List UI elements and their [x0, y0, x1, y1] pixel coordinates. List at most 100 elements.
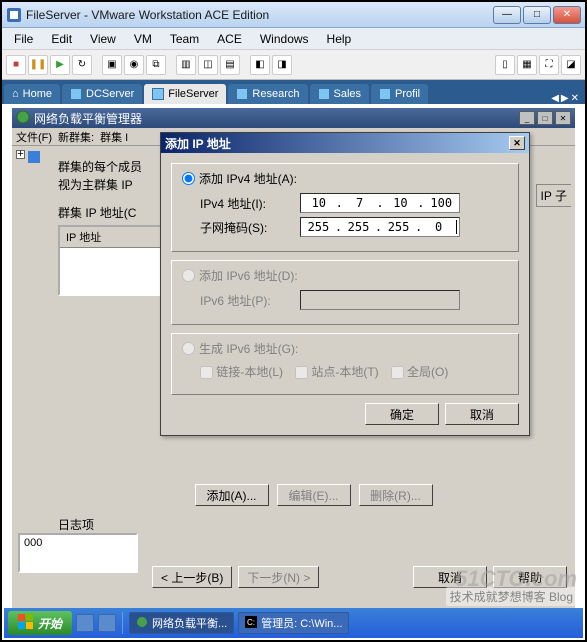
- toolbar-icon-e[interactable]: ◨: [272, 55, 292, 75]
- cancel-button[interactable]: 取消: [445, 403, 519, 425]
- toolbar-icon-d[interactable]: ◧: [250, 55, 270, 75]
- menu-file[interactable]: File: [6, 30, 41, 48]
- maximize-button[interactable]: □: [523, 6, 551, 24]
- tab-sales[interactable]: Sales: [310, 84, 370, 104]
- tree-cluster-icon: [27, 150, 41, 170]
- link-local-checkbox: [200, 366, 213, 379]
- start-button[interactable]: 开始: [8, 611, 72, 635]
- vmware-menubar: File Edit View VM Team ACE Windows Help: [2, 28, 585, 50]
- snapshot-icon[interactable]: ▣: [102, 55, 122, 75]
- tab-close-icon[interactable]: ✕: [571, 93, 579, 104]
- subnet-mask-input[interactable]: 255. 255. 255. 0: [300, 217, 460, 237]
- quick-launch-2[interactable]: [98, 614, 116, 632]
- nlb-close-button[interactable]: ✕: [555, 111, 571, 125]
- snapshot-mgr-icon[interactable]: ⧉: [146, 55, 166, 75]
- menu-vm[interactable]: VM: [126, 30, 160, 48]
- subnet-mask-label: 子网掩码(S):: [200, 219, 300, 236]
- log-table[interactable]: 000: [18, 533, 138, 573]
- ok-button[interactable]: 确定: [365, 403, 439, 425]
- pause-icon[interactable]: ❚❚: [28, 55, 48, 75]
- monitor-icon: [236, 88, 248, 100]
- sidebar-toggle-icon[interactable]: ▯: [495, 55, 515, 75]
- thumbnail-icon[interactable]: ▦: [517, 55, 537, 75]
- windows-taskbar: 开始 网络负载平衡... C: 管理员: C:\Win...: [4, 608, 583, 638]
- power-off-icon[interactable]: ■: [6, 55, 26, 75]
- delete-button: 删除(R)...: [359, 484, 433, 506]
- svg-text:C:: C:: [247, 618, 255, 627]
- nlb-task-icon: [136, 616, 148, 631]
- tab-fileserver[interactable]: FileServer: [144, 84, 226, 104]
- toolbar-icon-c[interactable]: ▤: [220, 55, 240, 75]
- menu-help[interactable]: Help: [319, 30, 360, 48]
- nlb-titlebar: 网络负载平衡管理器 _ □ ✕: [12, 108, 575, 128]
- edit-button: 编辑(E)...: [277, 484, 351, 506]
- nlb-minimize-button[interactable]: _: [519, 111, 535, 125]
- vmware-title: FileServer - VMware Workstation ACE Edit…: [26, 8, 493, 22]
- tab-research[interactable]: Research: [228, 84, 307, 104]
- gen-ipv6-radio: [182, 342, 195, 355]
- nlb-tree[interactable]: +: [16, 150, 46, 170]
- menu-view[interactable]: View: [82, 30, 124, 48]
- snapshot-take-icon[interactable]: ◉: [124, 55, 144, 75]
- menu-ace[interactable]: ACE: [209, 30, 250, 48]
- next-button: 下一步(N) >: [238, 566, 319, 588]
- tab-dcserver[interactable]: DCServer: [62, 84, 142, 104]
- play-icon[interactable]: ▶: [50, 55, 70, 75]
- ipv4-address-label: IPv4 地址(I):: [200, 195, 300, 212]
- minimize-button[interactable]: —: [493, 6, 521, 24]
- nlb-title: 网络负载平衡管理器: [34, 110, 142, 127]
- toolbar-icon-b[interactable]: ◫: [198, 55, 218, 75]
- ipv6-address-input: [300, 290, 460, 310]
- dialog-titlebar: 添加 IP 地址 ✕: [161, 133, 529, 153]
- add-button[interactable]: 添加(A)...: [195, 484, 269, 506]
- tab-scroll-left-icon[interactable]: ◀: [551, 93, 559, 104]
- monitor-icon: [379, 88, 391, 100]
- nlb-menu-new-cluster: 新群集:: [58, 129, 94, 145]
- cmd-task-icon: C:: [245, 616, 257, 631]
- wizard-cancel-button[interactable]: 取消: [413, 566, 487, 588]
- unity-icon[interactable]: ◪: [561, 55, 581, 75]
- vmware-titlebar: FileServer - VMware Workstation ACE Edit…: [2, 2, 585, 28]
- ipv6-group: 添加 IPv6 地址(D): IPv6 地址(P):: [171, 260, 519, 325]
- nlb-maximize-button[interactable]: □: [537, 111, 553, 125]
- taskbar-item-cmd[interactable]: C: 管理员: C:\Win...: [238, 612, 349, 634]
- taskbar-item-nlb[interactable]: 网络负载平衡...: [129, 612, 234, 634]
- wizard-button-row: < 上一步(B) 下一步(N) > 取消 帮助: [152, 566, 567, 588]
- ipv6-address-label: IPv6 地址(P):: [200, 292, 300, 309]
- tab-scroll-right-icon[interactable]: ▶: [561, 93, 569, 104]
- menu-team[interactable]: Team: [162, 30, 207, 48]
- gen-ipv6-group: 生成 IPv6 地址(G): 链接-本地(L) 站点-本地(T) 全局(O): [171, 333, 519, 395]
- site-local-checkbox: [295, 366, 308, 379]
- ipv4-radio-label: 添加 IPv4 地址(A):: [199, 170, 297, 187]
- ipv4-address-input[interactable]: 10. 7. 10. 100: [300, 193, 460, 213]
- add-ip-dialog: 添加 IP 地址 ✕ 添加 IPv4 地址(A): IPv4 地址(I): 10…: [160, 132, 530, 436]
- dialog-close-button[interactable]: ✕: [509, 136, 525, 150]
- tab-home[interactable]: ⌂Home: [4, 84, 60, 104]
- vm-tabstrip: ⌂Home DCServer FileServer Research Sales…: [2, 80, 585, 104]
- ipv4-group: 添加 IPv4 地址(A): IPv4 地址(I): 10. 7. 10. 10…: [171, 163, 519, 252]
- menu-edit[interactable]: Edit: [43, 30, 80, 48]
- dialog-title: 添加 IP 地址: [165, 135, 231, 152]
- log-label: 日志项: [58, 516, 569, 533]
- vmware-app-icon: [6, 7, 22, 23]
- monitor-icon: [70, 88, 82, 100]
- tab-profil[interactable]: Profil: [371, 84, 428, 104]
- back-button[interactable]: < 上一步(B): [152, 566, 232, 588]
- nlb-menu-cluster[interactable]: 群集 I: [100, 129, 128, 145]
- menu-windows[interactable]: Windows: [252, 30, 317, 48]
- ipv6-radio-label: 添加 IPv6 地址(D):: [199, 267, 298, 284]
- tree-expand-icon[interactable]: +: [16, 150, 25, 159]
- close-button[interactable]: ✕: [553, 6, 581, 24]
- ip-sub-column: IP 子: [536, 184, 571, 207]
- quick-launch-1[interactable]: [76, 614, 94, 632]
- monitor-icon: [152, 88, 164, 100]
- fullscreen-icon[interactable]: ⛶: [539, 55, 559, 75]
- nlb-app-icon: [16, 110, 30, 127]
- ipv4-radio[interactable]: [182, 172, 195, 185]
- ipv6-radio: [182, 269, 195, 282]
- help-button[interactable]: 帮助: [493, 566, 567, 588]
- toolbar-icon-a[interactable]: ▥: [176, 55, 196, 75]
- gen-ipv6-radio-label: 生成 IPv6 地址(G):: [199, 340, 298, 357]
- nlb-menu-file[interactable]: 文件(F): [16, 129, 52, 145]
- reset-icon[interactable]: ↻: [72, 55, 92, 75]
